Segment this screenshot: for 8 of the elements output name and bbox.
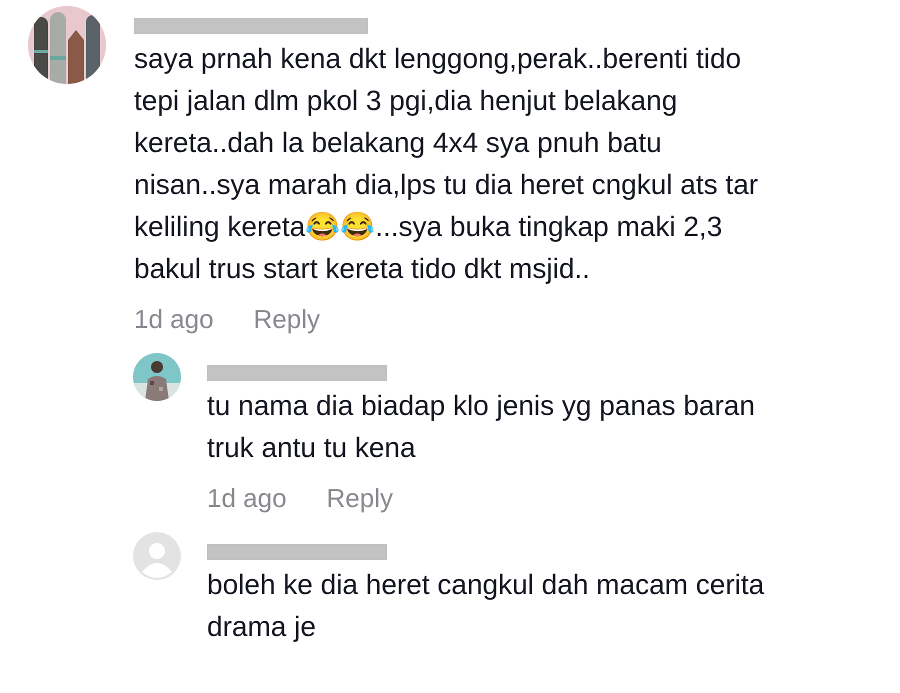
reply-link[interactable]: Reply	[254, 304, 320, 335]
comment-text: saya prnah kena dkt lenggong,perak..berenti tido tepi jalan dlm pkol 3 pgi,dia henjut belakang kereta..dah la belakang 4x4 sya pnuh batu nisan..sya marah dia,lps tu dia heret cngkul ats tar keliling kereta😂😂...sya buka tingkap maki 2,3 bakul trus start kereta tido dkt msjid..	[134, 42, 758, 286]
default-avatar-icon	[133, 532, 181, 580]
timestamp: 1d ago	[207, 483, 287, 514]
reply-link[interactable]: Reply	[326, 483, 394, 514]
comment-text: tu nama dia biadap klo jenis yg panas baran truk antu tu kena	[207, 389, 755, 465]
comment-text: boleh ke dia heret cangkul dah macam cerita drama je	[207, 568, 764, 644]
timestamp: 1d ago	[134, 304, 214, 335]
